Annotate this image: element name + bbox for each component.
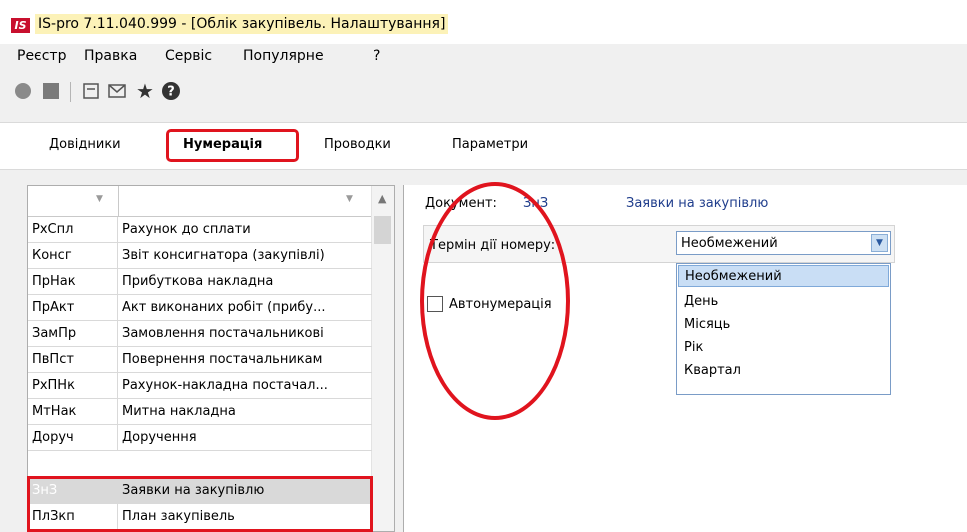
list-item-code: МтНак [32, 404, 77, 419]
dropdown-option[interactable]: День [678, 291, 889, 313]
list-item-code: ЗамПр [32, 326, 77, 341]
list-item[interactable]: МтНак Митна накладна [28, 399, 372, 425]
column-header-code[interactable]: ▼ [28, 186, 119, 216]
list-item-code: РхСпл [32, 222, 74, 237]
dropdown-option[interactable]: Необмежений [678, 265, 889, 287]
circle-highlight-annotation [420, 182, 570, 420]
dropdown-option[interactable]: Рік [678, 337, 889, 359]
list-header: ▼ ▼ [28, 186, 372, 217]
list-item-name: Доручення [122, 430, 197, 445]
list-item-name: Повернення постачальникам [122, 352, 323, 367]
chevron-down-icon[interactable]: ▼ [871, 234, 888, 252]
list-item[interactable]: РхПНк Рахунок-накладна постачал... [28, 373, 372, 399]
window-title: IS-pro 7.11.040.999 - [Облік закупівель.… [35, 14, 449, 34]
tab-parameters[interactable]: Параметри [452, 137, 528, 152]
menu-service[interactable]: Сервіс [165, 48, 212, 64]
term-select-value: Необмежений [681, 236, 778, 251]
list-item-code: Доруч [32, 430, 74, 445]
scrollbar-thumb[interactable] [374, 216, 391, 244]
tab-strip: Довідники Нумерація Проводки Параметри [0, 122, 967, 170]
row-highlight-annotation [27, 476, 373, 532]
sort-arrow-icon[interactable]: ▼ [346, 194, 353, 204]
dropdown-option[interactable]: Місяць [678, 314, 889, 336]
list-item-name: Замовлення постачальникові [122, 326, 324, 341]
menu-popular[interactable]: Популярне [243, 48, 324, 64]
term-dropdown-list: Необмежений День Місяць Рік Квартал [676, 263, 891, 395]
list-item-code: ПвПст [32, 352, 74, 367]
list-item-name: Митна накладна [122, 404, 236, 419]
list-item[interactable]: РхСпл Рахунок до сплати [28, 217, 372, 243]
list-item-name: Акт виконаних робіт (прибу... [122, 300, 326, 315]
list-item[interactable]: ПвПст Повернення постачальникам [28, 347, 372, 373]
stop-icon[interactable] [40, 80, 62, 102]
list-item-code: ПрАкт [32, 300, 75, 315]
menu-help[interactable]: ? [373, 48, 380, 64]
list-item-name: Рахунок до сплати [122, 222, 251, 237]
list-item-name: Звіт консигнатора (закупівлі) [122, 248, 325, 263]
list-item-code: РхПНк [32, 378, 75, 393]
list-item[interactable]: Доруч Доручення [28, 425, 372, 451]
menu-edit[interactable]: Правка [84, 48, 137, 64]
star-icon[interactable]: ★ [134, 80, 156, 102]
sort-arrow-icon[interactable]: ▼ [96, 194, 103, 204]
tab-highlight-annotation [166, 129, 299, 162]
app-logo-icon: IS [11, 18, 30, 33]
list-item[interactable]: ПрНак Прибуткова накладна [28, 269, 372, 295]
window-icon[interactable] [80, 80, 102, 102]
mail-icon[interactable] [106, 80, 128, 102]
list-scrollbar[interactable]: ▲ [371, 186, 394, 531]
toolbar-separator [70, 82, 71, 102]
list-item[interactable]: ПрАкт Акт виконаних робіт (прибу... [28, 295, 372, 321]
document-name: Заявки на закупівлю [626, 196, 769, 211]
term-select[interactable]: Необмежений ▼ [676, 231, 891, 255]
tab-postings[interactable]: Проводки [324, 137, 391, 152]
dropdown-option[interactable]: Квартал [678, 360, 889, 382]
record-icon[interactable] [12, 80, 34, 102]
tab-directories[interactable]: Довідники [49, 137, 121, 152]
menu-registry[interactable]: Реєстр [17, 48, 66, 64]
svg-text:?: ? [167, 85, 175, 100]
list-item-name: Прибуткова накладна [122, 274, 274, 289]
list-item-code: Консг [32, 248, 72, 263]
list-item[interactable]: Консг Звіт консигнатора (закупівлі) [28, 243, 372, 269]
list-item-name: Рахунок-накладна постачал... [122, 378, 328, 393]
title-bar: IS IS-pro 7.11.040.999 - [Облік закупіве… [0, 0, 967, 44]
toolbar: ★ ? [0, 76, 967, 114]
list-item-code: ПрНак [32, 274, 76, 289]
list-item[interactable]: ЗамПр Замовлення постачальникові [28, 321, 372, 347]
help-icon[interactable]: ? [160, 80, 182, 102]
scroll-up-icon[interactable]: ▲ [378, 192, 386, 205]
